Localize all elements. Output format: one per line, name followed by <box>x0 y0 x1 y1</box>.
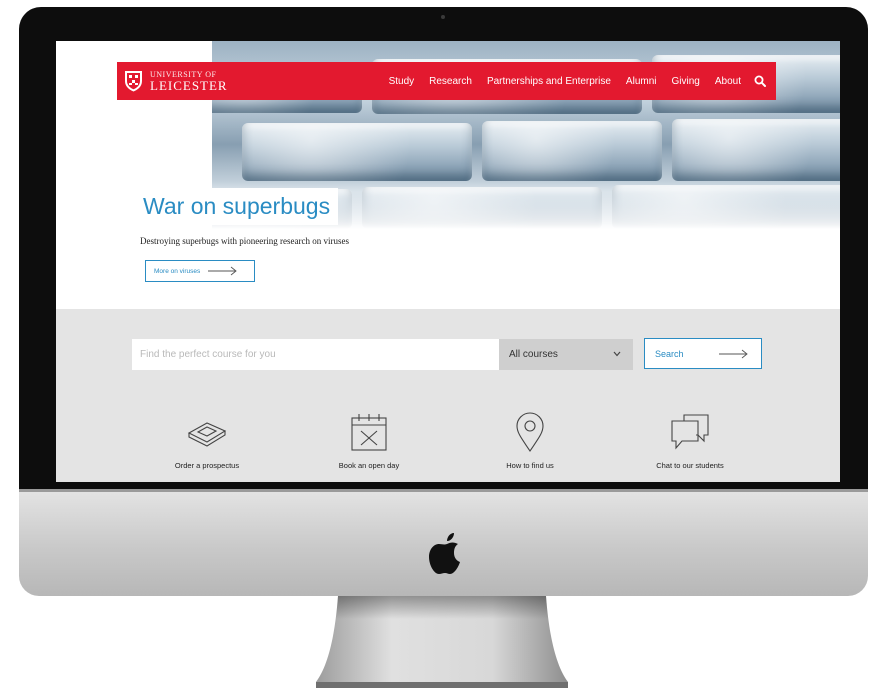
nav-link-partnerships[interactable]: Partnerships and Enterprise <box>487 76 611 87</box>
nav-links: Study Research Partnerships and Enterpri… <box>374 75 766 87</box>
search-icon[interactable] <box>754 75 766 87</box>
chevron-down-icon <box>613 351 621 357</box>
hero-subheading: Destroying superbugs with pioneering res… <box>140 236 349 246</box>
more-on-viruses-label: More on viruses <box>154 267 201 275</box>
course-search-input[interactable] <box>132 339 499 370</box>
apple-logo-icon <box>429 533 460 574</box>
course-search-button-label: Search <box>655 348 684 359</box>
quick-link-label: How to find us <box>506 461 554 470</box>
hero-headline: War on superbugs <box>143 193 331 219</box>
course-type-select[interactable]: All courses <box>499 339 633 370</box>
nav-link-study[interactable]: Study <box>389 76 415 87</box>
top-navigation-bar: UNIVERSITY OF LEICESTER Study Research P… <box>117 62 776 100</box>
nav-link-research[interactable]: Research <box>429 76 472 87</box>
university-logo[interactable]: UNIVERSITY OF LEICESTER <box>124 70 228 92</box>
headline-box: War on superbugs <box>135 188 339 225</box>
monitor-stand <box>316 596 568 688</box>
quick-link-label: Chat to our students <box>656 461 724 470</box>
course-type-selected: All courses <box>509 349 558 360</box>
monitor-chin-seam <box>19 489 868 492</box>
hero-section: UNIVERSITY OF LEICESTER Study Research P… <box>56 41 840 309</box>
logo-line-1: UNIVERSITY OF <box>150 69 217 79</box>
nav-link-alumni[interactable]: Alumni <box>626 76 657 87</box>
logo-line-2: LEICESTER <box>150 77 228 93</box>
browser-viewport: UNIVERSITY OF LEICESTER Study Research P… <box>56 41 840 482</box>
arrow-right-icon <box>719 349 748 358</box>
camera-dot <box>441 15 445 19</box>
quick-link-chat[interactable]: Chat to our students <box>620 411 760 479</box>
book-icon <box>187 422 227 447</box>
nav-link-giving[interactable]: Giving <box>672 76 700 87</box>
quick-link-prospectus[interactable]: Order a prospectus <box>137 411 277 479</box>
chat-bubbles-icon <box>671 414 709 450</box>
crest-icon <box>125 71 142 92</box>
calendar-icon <box>351 414 387 451</box>
quick-link-label: Book an open day <box>338 461 400 470</box>
quick-link-open-day[interactable]: Book an open day <box>299 411 439 479</box>
nav-link-about[interactable]: About <box>715 76 741 87</box>
quick-link-label: Order a prospectus <box>174 461 240 470</box>
map-pin-icon <box>516 412 544 452</box>
course-search-button[interactable]: Search <box>644 338 762 369</box>
quick-link-find-us[interactable]: How to find us <box>460 411 600 479</box>
arrow-right-icon <box>208 266 237 276</box>
more-on-viruses-button[interactable]: More on viruses <box>145 260 255 282</box>
